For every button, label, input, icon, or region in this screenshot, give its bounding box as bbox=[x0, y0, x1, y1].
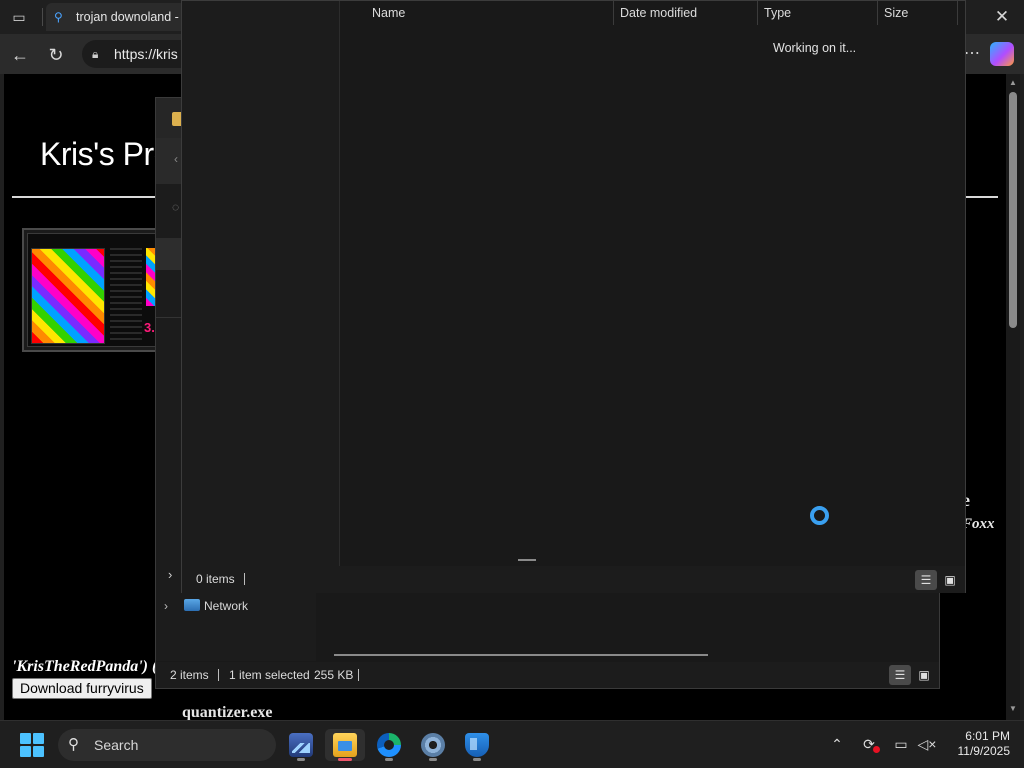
chevron-right-icon[interactable]: › bbox=[168, 567, 172, 582]
running-indicator bbox=[473, 758, 481, 761]
author-fragment: Foxx bbox=[962, 516, 995, 532]
thumbnail-number: 3. bbox=[144, 320, 155, 335]
tiles-view-icon[interactable]: ▣ bbox=[913, 665, 935, 685]
copilot-icon[interactable] bbox=[990, 42, 1014, 66]
running-indicator bbox=[429, 758, 437, 761]
horizontal-scrollbar[interactable] bbox=[334, 654, 708, 656]
desktop-screen: ▭ ⚲ trojan downoland - ✕ ← ↻ 🔒︎ https://… bbox=[0, 0, 1024, 768]
lock-icon: 🔒︎ bbox=[92, 47, 99, 61]
taskbar-app-file-explorer[interactable] bbox=[325, 729, 365, 761]
taskbar-app-defender[interactable] bbox=[457, 729, 497, 761]
sync-icon[interactable]: ⟳ bbox=[858, 733, 880, 755]
tiles-view-icon[interactable]: ▣ bbox=[939, 570, 961, 590]
file-name-heading: quantizer.exe bbox=[182, 704, 273, 720]
column-divider[interactable] bbox=[757, 1, 758, 25]
more-icon[interactable]: ⋯ bbox=[964, 43, 980, 63]
column-header-name[interactable]: Name bbox=[372, 1, 405, 25]
column-header-type[interactable]: Type bbox=[764, 1, 791, 25]
tab-actions-icon[interactable]: ▭ bbox=[8, 6, 30, 28]
network-icon bbox=[184, 599, 200, 611]
system-clock[interactable]: 6:01 PM 11/9/2025 bbox=[944, 729, 1011, 759]
details-view-icon[interactable]: ☰ bbox=[915, 570, 937, 590]
scroll-up-icon[interactable]: ▲ bbox=[1008, 78, 1018, 88]
sort-arrow-icon: ⌃ bbox=[842, 0, 850, 5]
column-divider[interactable] bbox=[613, 1, 614, 25]
running-indicator bbox=[297, 758, 305, 761]
back-arrow-icon[interactable]: ← bbox=[8, 43, 32, 67]
browser-tab-active[interactable]: ⚲ trojan downoland - bbox=[46, 3, 186, 31]
status-selection: 1 item selected bbox=[229, 668, 310, 682]
running-indicator bbox=[338, 758, 352, 761]
download-button[interactable]: Download furryvirus bbox=[12, 678, 152, 699]
status-separator bbox=[358, 669, 359, 681]
status-item-count: 2 items bbox=[170, 668, 209, 682]
taskbar-app-task-manager[interactable] bbox=[281, 729, 321, 761]
status-separator bbox=[218, 669, 219, 681]
horizontal-scrollbar[interactable] bbox=[518, 559, 536, 561]
settings-gear-icon bbox=[421, 733, 445, 757]
scroll-down-icon[interactable]: ▼ bbox=[1008, 704, 1018, 714]
taskbar-app-settings[interactable] bbox=[413, 729, 453, 761]
file-list: Name ⌃ Date modified Type Size Working o… bbox=[342, 0, 965, 566]
credit-line: 'KrisTheRedPanda') ( bbox=[12, 658, 158, 675]
refresh-area[interactable]: ◌ bbox=[156, 194, 182, 222]
address-text: https://kris bbox=[114, 46, 178, 62]
taskbar-app-edge[interactable] bbox=[369, 729, 409, 761]
column-divider[interactable] bbox=[877, 1, 878, 25]
file-explorer-window-front: › Name ⌃ Date modified Type Size Working… bbox=[168, 0, 966, 593]
search-icon: ⚲ bbox=[54, 10, 63, 24]
status-bar: 0 items ☰ ▣ bbox=[182, 566, 965, 593]
column-divider[interactable] bbox=[957, 1, 958, 25]
clock-date: 11/9/2025 bbox=[957, 744, 1011, 758]
navigation-pane bbox=[182, 1, 340, 566]
status-selection-size: 255 KB bbox=[314, 668, 354, 682]
chevron-right-icon[interactable]: › bbox=[164, 596, 178, 616]
refresh-icon[interactable]: ↻ bbox=[44, 43, 68, 67]
network-monitor-icon[interactable]: ▭ bbox=[890, 733, 912, 755]
edge-icon bbox=[377, 733, 401, 757]
column-header-size[interactable]: Size bbox=[884, 1, 908, 25]
nav-item[interactable] bbox=[156, 284, 182, 318]
status-separator bbox=[244, 573, 245, 585]
loading-spinner-icon bbox=[810, 506, 829, 525]
volume-muted-icon[interactable]: ◁× bbox=[916, 733, 938, 755]
site-title: Kris's Pro bbox=[40, 136, 171, 172]
alert-badge bbox=[873, 746, 880, 753]
search-label: Search bbox=[94, 737, 139, 753]
file-explorer-icon bbox=[333, 733, 357, 757]
running-indicator bbox=[385, 758, 393, 761]
magnifier-icon: ⚲ bbox=[68, 736, 79, 753]
nav-item-selected[interactable] bbox=[156, 238, 182, 270]
page-scrollbar[interactable]: ▲ ▼ bbox=[1006, 74, 1020, 720]
back-arrow-icon: ‹ bbox=[174, 152, 178, 166]
loading-message: Working on it... bbox=[773, 41, 857, 55]
chevron-up-icon[interactable]: ⌃ bbox=[826, 733, 848, 755]
details-view-icon[interactable]: ☰ bbox=[889, 665, 911, 685]
tab-title: trojan downoland - bbox=[76, 10, 179, 24]
windows-logo-icon[interactable] bbox=[20, 733, 44, 757]
back-button-area[interactable]: ‹ bbox=[156, 138, 182, 184]
task-manager-icon bbox=[289, 733, 313, 757]
status-item-count: 0 items bbox=[196, 572, 235, 586]
close-icon[interactable]: ✕ bbox=[990, 6, 1014, 28]
title-strip bbox=[156, 98, 184, 138]
taskbar-search[interactable]: ⚲ Search bbox=[58, 729, 276, 761]
clock-time: 6:01 PM bbox=[965, 729, 1010, 743]
tab-separator bbox=[42, 8, 43, 26]
refresh-icon: ◌ bbox=[172, 200, 180, 214]
nav-item-label: Network bbox=[204, 599, 249, 613]
taskbar: ⚲ Search ⌃ ⟳ ▭ ◁× 6:01 PM 11/9/2025 bbox=[0, 720, 1024, 768]
nav-item-network[interactable]: › Network bbox=[164, 596, 248, 616]
scrollbar-thumb[interactable] bbox=[1009, 92, 1017, 328]
status-bar: 2 items 1 item selected 255 KB ☰ ▣ bbox=[156, 662, 939, 688]
rainbow-pattern-image bbox=[31, 248, 105, 344]
thumbnail-stripes bbox=[110, 248, 142, 344]
defender-shield-icon bbox=[465, 733, 489, 757]
column-header-date-modified[interactable]: Date modified bbox=[620, 1, 697, 25]
